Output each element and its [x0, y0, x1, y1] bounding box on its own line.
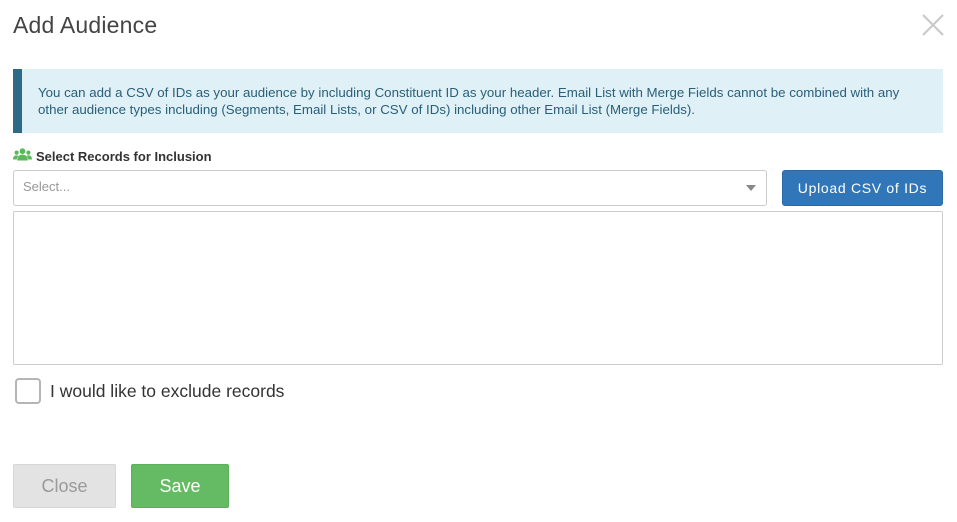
upload-csv-button[interactable]: Upload CSV of IDs — [782, 170, 943, 206]
select-placeholder: Select... — [23, 179, 70, 194]
exclude-checkbox[interactable] — [15, 378, 41, 404]
inclusion-section-label: Select Records for Inclusion — [13, 148, 212, 164]
inclusion-label-text: Select Records for Inclusion — [36, 148, 212, 164]
save-button[interactable]: Save — [131, 464, 229, 508]
caret-down-icon — [746, 185, 756, 191]
users-icon — [13, 148, 36, 164]
exclude-records-option[interactable]: I would like to exclude records — [15, 378, 284, 404]
close-button[interactable]: Close — [13, 464, 116, 508]
add-audience-modal: Add Audience You can add a CSV of IDs as… — [0, 0, 957, 522]
info-banner: You can add a CSV of IDs as your audienc… — [13, 69, 943, 133]
info-text: You can add a CSV of IDs as your audienc… — [38, 85, 900, 117]
modal-title: Add Audience — [13, 12, 158, 38]
selected-records-area[interactable] — [13, 211, 943, 365]
records-select[interactable]: Select... — [13, 170, 767, 206]
exclude-label: I would like to exclude records — [50, 380, 285, 401]
close-x-icon[interactable] — [918, 10, 948, 40]
